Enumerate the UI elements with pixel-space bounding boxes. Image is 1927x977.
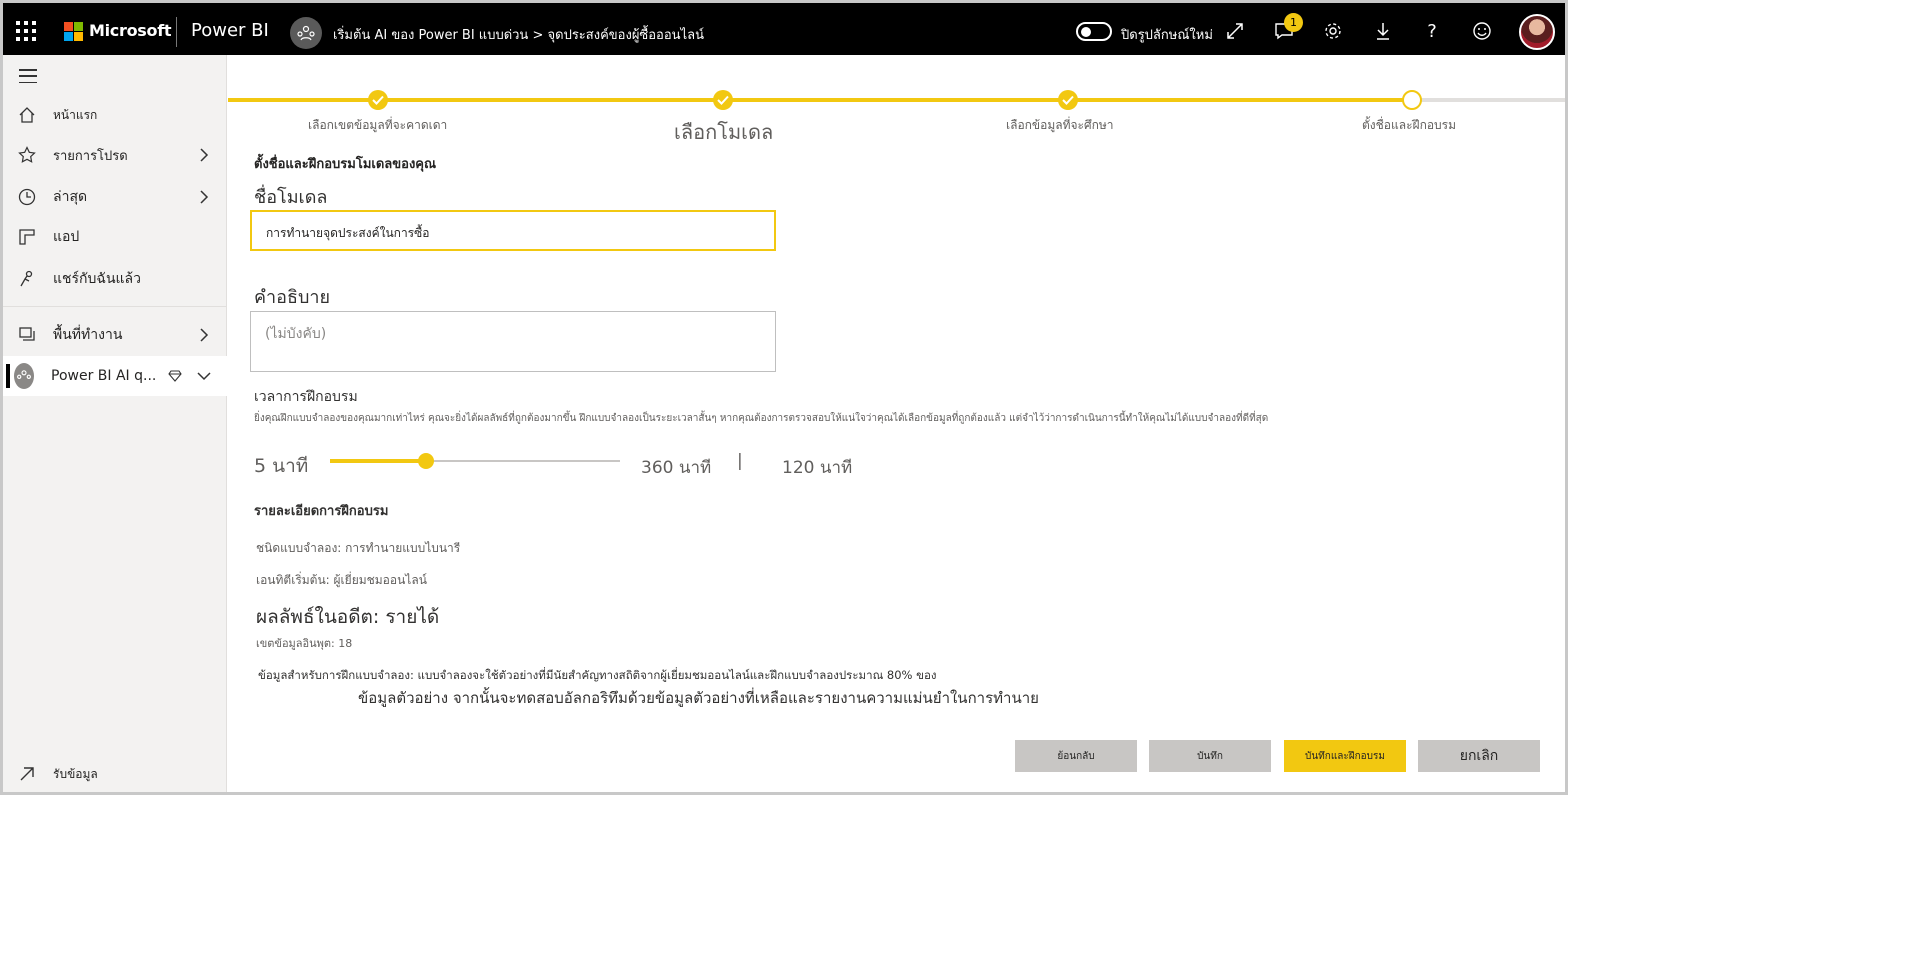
details-title: รายละเอียดการฝึกอบรม xyxy=(254,504,389,519)
active-indicator xyxy=(6,364,10,388)
cancel-button[interactable]: ยกเลิก xyxy=(1418,740,1540,772)
sidebar-item-label: หน้าแรก xyxy=(53,107,98,122)
diamond-icon xyxy=(165,366,185,386)
step-3-check-icon xyxy=(1058,90,1078,110)
sidebar-item-favorites[interactable]: รายการโปรด xyxy=(3,135,227,175)
slider-value: 120 นาที xyxy=(782,458,853,478)
details-outcome: ผลลัพธ์ในอดีต: รายได้ xyxy=(256,606,440,628)
breadcrumb: เริ่มต้น AI ของ Power BI แบบด่วน > จุดปร… xyxy=(333,24,704,45)
chevron-down-icon[interactable] xyxy=(197,369,211,383)
arrow-up-right-icon xyxy=(17,764,37,784)
top-bar: Microsoft Power BI เริ่มต้น AI ของ Power… xyxy=(0,0,1568,55)
sidebar-item-label: Power BI AI q... xyxy=(51,368,157,384)
feedback-icon[interactable] xyxy=(1471,20,1493,42)
step-4-label: ตั้งชื่อและฝึกอบรม xyxy=(1362,118,1457,132)
sidebar-item-label: รายการโปรด xyxy=(53,148,128,164)
slider-min-label: 5 นาที xyxy=(254,455,309,477)
training-time-help: ยิ่งคุณฝึกแบบจำลองของคุณมากเท่าไหร่ คุณจ… xyxy=(254,413,1269,424)
shared-icon xyxy=(17,269,37,289)
user-avatar[interactable] xyxy=(1519,14,1555,50)
notification-badge: 1 xyxy=(1284,13,1303,32)
save-button[interactable]: บันทึก xyxy=(1149,740,1271,772)
sidebar-item-recent[interactable]: ล่าสุด xyxy=(3,177,227,217)
training-time-label: เวลาการฝึกอบรม xyxy=(254,389,358,405)
sidebar-item-apps[interactable]: แอป xyxy=(3,217,227,257)
sidebar-item-label: แอป xyxy=(53,229,80,245)
back-button[interactable]: ย้อนกลับ xyxy=(1015,740,1137,772)
microsoft-label: Microsoft xyxy=(89,21,172,40)
home-icon xyxy=(17,105,37,125)
clock-icon xyxy=(17,187,37,207)
left-nav: หน้าแรก รายการโปรด ล่าสุด แอป แชร์กับฉัน… xyxy=(3,55,227,792)
star-icon xyxy=(17,145,37,165)
model-name-label: ชื่อโมเดล xyxy=(254,187,328,208)
new-look-label: ปิดรูปลักษณ์ใหม่ xyxy=(1121,28,1213,43)
sidebar-item-current-workspace[interactable]: Power BI AI q... xyxy=(3,356,227,396)
workspace-icon xyxy=(290,17,322,49)
details-training-data-line1: ข้อมูลสำหรับการฝึกแบบจำลอง: แบบจำลองจะใช… xyxy=(258,668,937,682)
step-1-check-icon xyxy=(368,90,388,110)
divider xyxy=(176,17,177,47)
help-icon[interactable]: ? xyxy=(1421,20,1443,42)
microsoft-logo-icon xyxy=(64,22,83,41)
workspaces-icon xyxy=(17,325,37,345)
step-4-current-icon xyxy=(1402,90,1422,110)
section-title: ตั้งชื่อและฝึกอบรมโมเดลของคุณ xyxy=(254,157,437,172)
sidebar-item-label: รับข้อมูล xyxy=(53,766,98,781)
description-textarea[interactable]: (ไม่บังคับ) xyxy=(250,311,776,372)
breadcrumb-workspace[interactable]: เริ่มต้น AI ของ Power BI แบบด่วน xyxy=(333,28,528,43)
sidebar-item-workspaces[interactable]: พื้นที่ทำงาน xyxy=(3,315,227,355)
download-icon[interactable] xyxy=(1372,20,1394,42)
details-input-fields: เขตข้อมูลอินพุต: 18 xyxy=(256,637,353,650)
breadcrumb-separator: > xyxy=(532,28,544,43)
details-entity: เอนทิตีเริ่มต้น: ผู้เยี่ยมชมออนไลน์ xyxy=(256,573,427,587)
stepper-progress-line xyxy=(228,98,1412,102)
model-name-input[interactable]: การทำนายจุดประสงค์ในการซื้อ xyxy=(250,210,776,251)
breadcrumb-current: จุดประสงค์ของผู้ซื้อออนไลน์ xyxy=(547,28,704,43)
chevron-right-icon[interactable] xyxy=(197,148,211,162)
step-1-label[interactable]: เลือกเขตข้อมูลที่จะคาดเดา xyxy=(308,116,447,135)
hamburger-menu-icon[interactable] xyxy=(19,69,37,83)
settings-icon[interactable] xyxy=(1322,20,1344,42)
slider-separator: | xyxy=(737,451,743,471)
sidebar-item-shared[interactable]: แชร์กับฉันแล้ว xyxy=(3,259,227,299)
app-name[interactable]: Power BI xyxy=(191,20,269,41)
details-model-type: ชนิดแบบจำลอง: การทำนายแบบไบนารี xyxy=(256,541,461,555)
sidebar-item-label: พื้นที่ทำงาน xyxy=(53,327,123,343)
slider-fill xyxy=(330,459,426,463)
stepper-remaining-line xyxy=(1412,98,1565,102)
sidebar-item-label: แชร์กับฉันแล้ว xyxy=(53,271,141,287)
sidebar-item-get-data[interactable]: รับข้อมูล xyxy=(3,754,227,794)
sidebar-item-label: ล่าสุด xyxy=(53,189,88,205)
sidebar-item-home[interactable]: หน้าแรก xyxy=(3,95,227,135)
apps-icon xyxy=(17,227,37,247)
step-2-label[interactable]: เลือกโมเดล xyxy=(674,116,773,148)
step-2-check-icon xyxy=(713,90,733,110)
app-launcher-icon[interactable] xyxy=(16,21,36,41)
chevron-right-icon[interactable] xyxy=(197,328,211,342)
training-time-slider[interactable] xyxy=(330,453,620,469)
slider-thumb[interactable] xyxy=(418,453,434,469)
divider xyxy=(3,306,227,307)
chevron-right-icon[interactable] xyxy=(197,190,211,204)
step-3-label[interactable]: เลือกข้อมูลที่จะศึกษา xyxy=(1006,116,1114,135)
description-placeholder: (ไม่บังคับ) xyxy=(265,326,327,342)
slider-max-label: 360 นาที xyxy=(641,458,712,478)
description-label: คำอธิบาย xyxy=(254,287,331,308)
save-and-train-button[interactable]: บันทึกและฝึกอบรม xyxy=(1284,740,1406,772)
expand-icon[interactable] xyxy=(1224,20,1246,42)
new-look-toggle[interactable] xyxy=(1076,22,1112,41)
model-name-value: การทำนายจุดประสงค์ในการซื้อ xyxy=(266,226,430,240)
workspace-avatar xyxy=(14,363,34,389)
details-training-data-line2: ข้อมูลตัวอย่าง จากนั้นจะทดสอบอัลกอริทึมด… xyxy=(358,689,1039,707)
